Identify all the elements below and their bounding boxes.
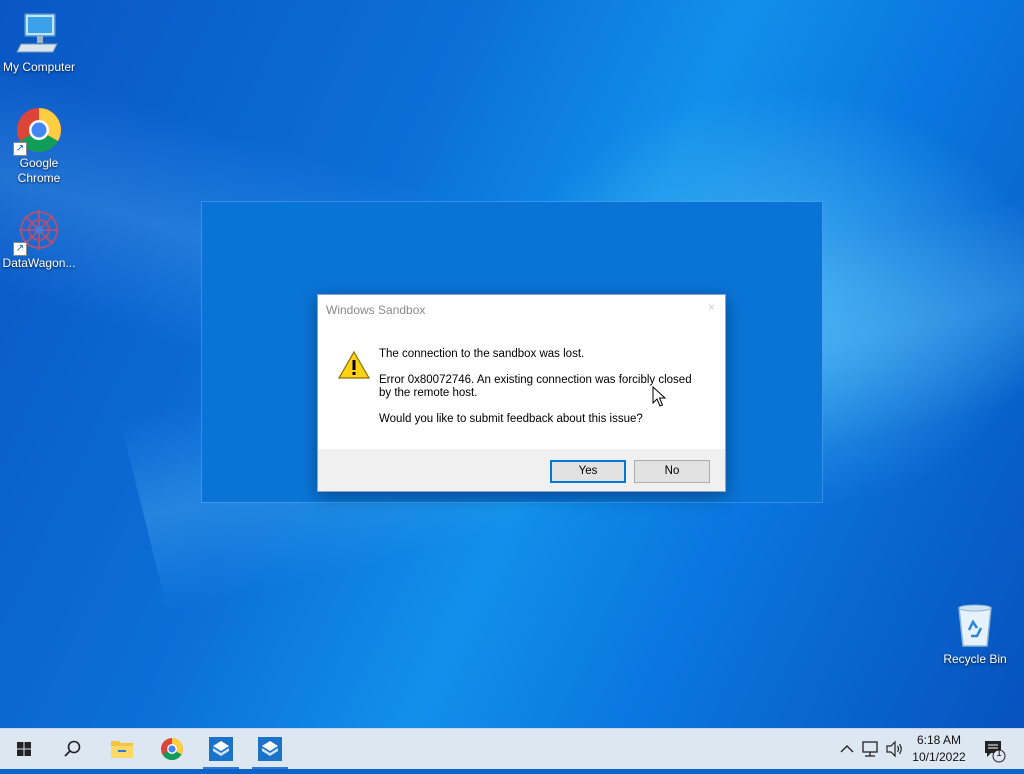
action-center-button[interactable]: 1 (980, 729, 1010, 769)
desktop-icon-label: My Computer (2, 60, 76, 74)
chrome-icon (161, 738, 183, 760)
close-button[interactable]: × (708, 300, 715, 314)
file-explorer-icon (111, 741, 133, 758)
volume-button[interactable] (884, 729, 904, 769)
clock[interactable]: 6:18 AM 10/1/2022 (906, 732, 972, 766)
dialog-message: The connection to the sandbox was lost. (379, 348, 585, 360)
search-icon (64, 740, 81, 757)
mouse-pointer-icon (652, 385, 668, 408)
desktop-icon-label: Recycle Bin (943, 652, 1007, 666)
dialog-title: Windows Sandbox (326, 303, 426, 317)
computer-icon (15, 10, 63, 58)
speaker-icon (886, 740, 902, 758)
windows-sandbox-icon (258, 737, 282, 761)
desktop-icon-my-computer[interactable]: My Computer (0, 10, 78, 75)
dialog-button-bar: Yes No (318, 449, 725, 491)
network-icon (862, 741, 878, 757)
feedback-question: Would you like to submit feedback about … (379, 413, 643, 425)
clock-date: 10/1/2022 (912, 750, 966, 764)
show-hidden-icons-button[interactable] (838, 729, 856, 769)
datawagon-icon: ↗ (13, 206, 63, 256)
desktop-icon-recycle-bin[interactable]: Recycle Bin (936, 602, 1014, 667)
desktop-icon-label: Google Chrome (17, 156, 61, 185)
network-button[interactable] (860, 729, 882, 769)
desktop-icon-google-chrome[interactable]: ↗ Google Chrome (0, 106, 78, 186)
recycle-bin-icon (951, 602, 999, 650)
file-explorer-button[interactable] (100, 729, 144, 769)
taskbar: 6:18 AM 10/1/2022 1 (0, 728, 1024, 769)
chrome-icon: ↗ (13, 106, 63, 156)
search-button[interactable] (50, 729, 94, 769)
windows-sandbox-taskbar-button[interactable] (248, 729, 292, 769)
warning-icon (337, 350, 371, 380)
yes-button[interactable]: Yes (550, 460, 626, 483)
shortcut-arrow-icon: ↗ (13, 142, 27, 156)
notification-count-badge: 1 (996, 748, 1002, 759)
no-button[interactable]: No (634, 460, 710, 483)
windows-logo-icon (17, 742, 31, 756)
chrome-taskbar-button[interactable] (150, 729, 194, 769)
desktop-icon-datawagon[interactable]: ↗ DataWagon... (0, 206, 78, 271)
shortcut-arrow-icon: ↗ (13, 242, 27, 256)
start-button[interactable] (2, 729, 46, 769)
windows-sandbox-icon (209, 737, 233, 761)
windows-sandbox-taskbar-button[interactable] (199, 729, 243, 769)
chevron-up-icon (840, 745, 854, 753)
clock-time: 6:18 AM (916, 733, 962, 747)
desktop-icon-label: DataWagon... (2, 256, 76, 270)
